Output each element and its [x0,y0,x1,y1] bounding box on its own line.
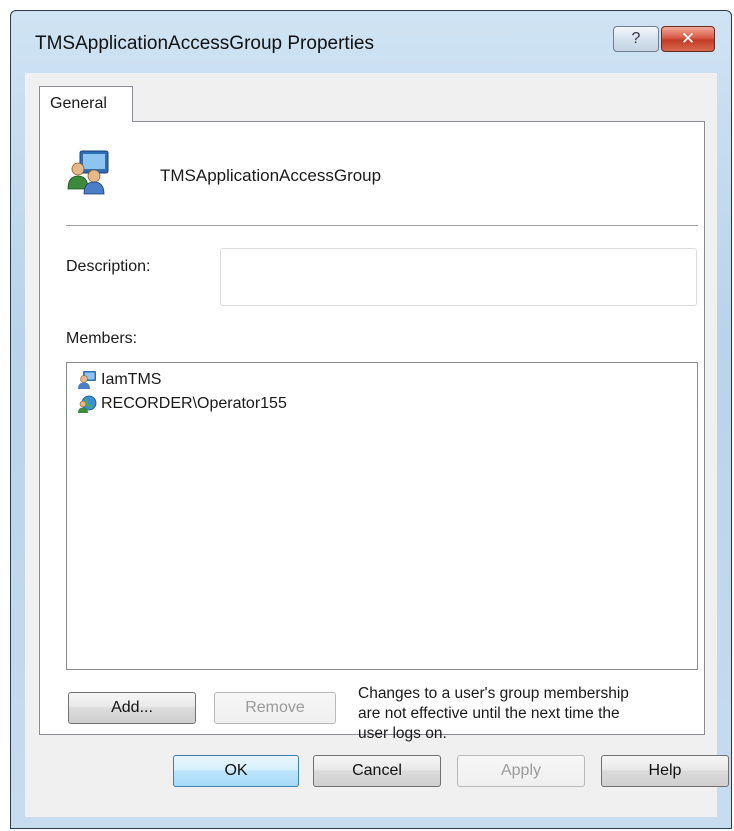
window-title: TMSApplicationAccessGroup Properties [35,33,374,54]
member-name: IamTMS [101,371,162,388]
ok-button[interactable]: OK [173,755,299,787]
list-item[interactable]: RECORDER\Operator155 [77,393,287,415]
add-button[interactable]: Add... [68,692,196,724]
cancel-button[interactable]: Cancel [313,755,441,787]
network-user-icon [78,395,97,413]
members-label: Members: [66,330,138,347]
note-line: Changes to a user's group membership [358,685,629,702]
remove-button[interactable]: Remove [214,692,336,724]
note-line: are not effective until the next time th… [358,705,620,722]
list-item[interactable]: IamTMS [77,369,161,391]
dialog-client-area: General TMSApplicationAccessGroup Descri… [25,73,729,817]
member-name: RECORDER\Operator155 [101,395,287,412]
tab-general[interactable]: General [39,86,133,122]
group-name[interactable]: TMSApplicationAccessGroup [160,166,381,186]
help-icon[interactable]: ? [613,26,659,52]
separator [66,225,698,227]
membership-note: Changes to a user's group membership are… [358,684,698,744]
apply-button[interactable]: Apply [457,755,585,787]
title-bar[interactable]: TMSApplicationAccessGroup Properties ? ✕ [11,11,731,73]
users-group-icon [67,150,109,195]
help-button[interactable]: Help [601,755,729,787]
description-label: Description: [66,258,151,275]
note-line: user logs on. [358,725,447,742]
members-list[interactable]: IamTMS RECORDER\Operator155 [66,362,698,670]
user-icon [78,371,96,389]
description-field[interactable] [220,248,697,306]
close-icon[interactable]: ✕ [661,26,715,52]
general-tab-panel: TMSApplicationAccessGroup Description: M… [39,121,705,742]
properties-dialog: TMSApplicationAccessGroup Properties ? ✕… [10,10,732,829]
